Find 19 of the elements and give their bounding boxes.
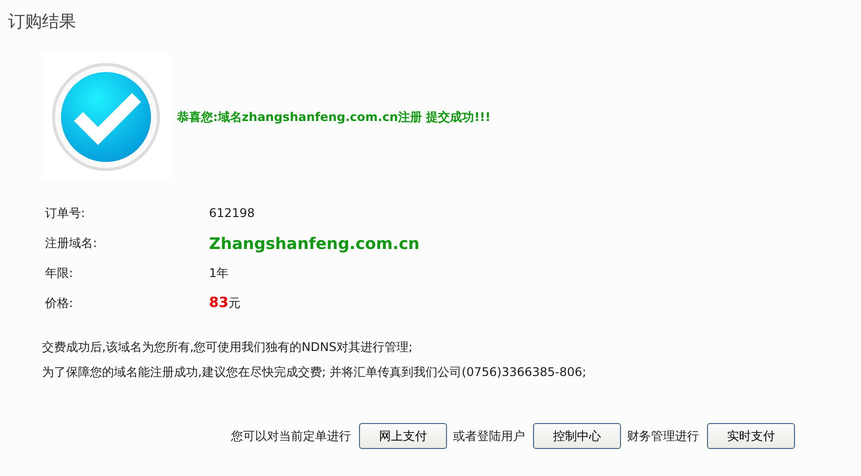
field-label: 订单号:: [45, 204, 86, 222]
action-text: 或者登陆用户: [453, 428, 525, 444]
field-value: 612198: [209, 205, 256, 222]
action-button[interactable]: 实时支付: [707, 423, 795, 449]
domain-name: Zhangshanfeng.com.cn: [209, 233, 421, 253]
action-button[interactable]: 控制中心: [533, 423, 621, 449]
note-text: 为了保障您的域名能注册成功,建议您在尽快完成交费; 并将汇单传真到我们公司(0756)3366385-806;: [42, 364, 588, 381]
action-button[interactable]: 网上支付: [359, 423, 447, 449]
field-label: 注册域名:: [45, 234, 98, 252]
field-label: 年限:: [45, 264, 74, 282]
success-message: 恭喜您:域名zhangshanfeng.com.cn注册 提交成功!!!: [177, 108, 491, 126]
price-value: 83: [209, 294, 228, 313]
page-title: 订购结果: [8, 11, 76, 33]
field-label: 价格:: [45, 294, 74, 312]
note-text: 交费成功后,该域名为您所有,您可使用我们独有的NDNS对其进行管理;: [42, 339, 414, 356]
action-text: 财务管理进行: [627, 428, 699, 444]
field-value: 1年: [209, 264, 230, 282]
currency-unit: 元: [228, 294, 240, 312]
action-text: 您可以对当前定单进行: [231, 428, 351, 444]
